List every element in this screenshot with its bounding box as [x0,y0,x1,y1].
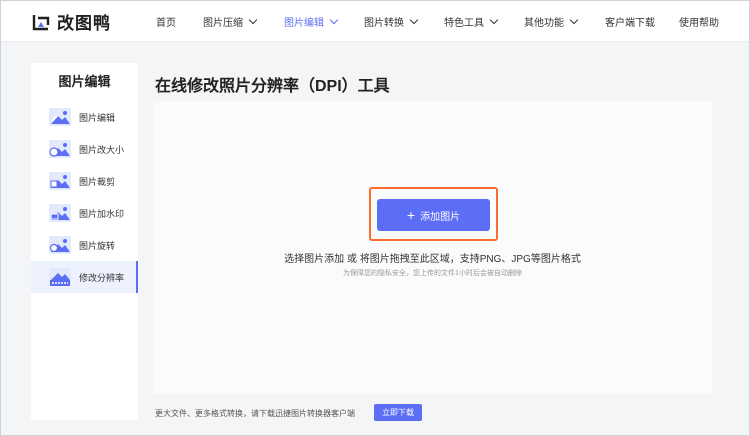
chevron-down-icon [409,15,419,24]
nav-image-convert[interactable]: 图片转换 [364,14,419,29]
chevron-down-icon [329,15,339,24]
sidebar-item-label: 修改分辨率 [79,272,125,283]
sidebar-item-image-resize[interactable]: 图片改大小 [31,133,138,165]
image-rotate-icon [49,236,71,254]
add-image-label: 添加图片 [420,211,461,223]
chevron-down-icon [489,15,499,24]
image-edit-icon [49,108,71,126]
nav-label: 图片编辑 [284,17,324,29]
sidebar-item-image-rotate[interactable]: 图片旋转 [31,229,138,261]
sidebar-item-label: 图片改大小 [79,144,125,155]
upload-dropzone[interactable] [153,101,712,394]
image-resize-icon [49,140,71,158]
sidebar: 图片编辑 图片编辑 图片改大小 图片裁剪 图片加水印 图片旋转 修改分辨率 [31,63,138,420]
image-crop-icon [49,172,71,190]
privacy-note: 为保障您的隐私安全，您上传的文件1小时后会被自动删除 [343,270,522,277]
logo[interactable]: 改图鸭 [31,9,111,34]
page-title: 在线修改照片分辨率（DPI）工具 [155,78,390,95]
client-promo-text: 更大文件、更多格式转换，请下载迅捷图片转换器客户端 [155,409,355,418]
sidebar-item-image-crop[interactable]: 图片裁剪 [31,165,138,197]
chevron-down-icon [569,15,579,24]
image-dpi-icon [49,268,71,286]
nav-label: 首页 [156,17,176,29]
nav-label: 图片转换 [364,17,404,29]
download-now-button[interactable]: 立即下载 [374,404,422,421]
logo-text: 改图鸭 [57,14,111,33]
nav-image-edit[interactable]: 图片编辑 [284,14,339,29]
nav-label: 使用帮助 [679,17,719,29]
sidebar-item-image-watermark[interactable]: 图片加水印 [31,197,138,229]
nav-image-compress[interactable]: 图片压缩 [203,14,258,29]
image-watermark-icon [49,204,71,222]
nav-home[interactable]: 首页 [156,14,176,29]
sidebar-title: 图片编辑 [58,74,111,89]
nav-other-functions[interactable]: 其他功能 [524,14,579,29]
top-header: 改图鸭 首页 图片压缩 图片编辑 图片转换 特色工具 其他功能 客户端下载 使用… [1,1,749,42]
nav-label: 其他功能 [524,17,564,29]
sidebar-item-label: 图片旋转 [79,240,116,251]
sidebar-item-image-edit[interactable]: 图片编辑 [31,101,138,133]
nav-label: 客户端下载 [605,17,655,29]
plus-icon: + [406,207,416,223]
sidebar-item-label: 图片裁剪 [79,176,116,187]
nav-label: 特色工具 [444,17,484,29]
upload-hint: 选择图片添加 或 将图片拖拽至此区域，支持PNG、JPG等图片格式 [284,254,581,265]
chevron-down-icon [248,15,258,24]
sidebar-item-change-dpi[interactable]: 修改分辨率 [31,261,138,293]
nav-special-tools[interactable]: 特色工具 [444,14,499,29]
sidebar-item-label: 图片编辑 [79,112,116,123]
logo-icon [31,12,51,32]
nav-client-download[interactable]: 客户端下载 [605,14,655,29]
sidebar-item-label: 图片加水印 [79,208,125,219]
add-image-button[interactable]: + 添加图片 [377,199,490,231]
nav-help[interactable]: 使用帮助 [679,14,719,29]
nav-label: 图片压缩 [203,17,243,29]
